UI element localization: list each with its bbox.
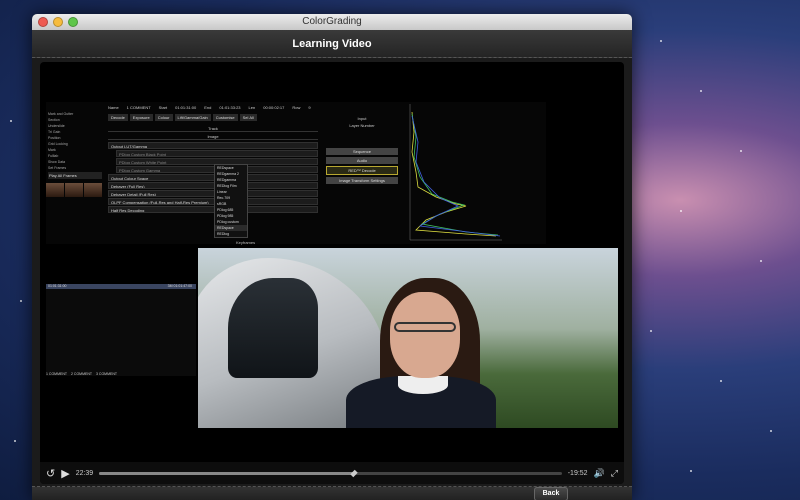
recorded-input-label: Input bbox=[357, 116, 367, 121]
page-title: Learning Video bbox=[292, 37, 372, 50]
recorded-bottom-tab: 2 COMMENT bbox=[71, 372, 92, 376]
video-frame-image bbox=[198, 248, 618, 428]
recorded-tab: Customise bbox=[212, 114, 238, 121]
recorded-timeline-end: 3M 01:01:47:00 bbox=[167, 284, 192, 288]
recorded-interface: Name 1 COMMENT Start 01:01:31:00 End 01:… bbox=[46, 102, 546, 244]
recorded-tab: Colour bbox=[154, 114, 173, 121]
recorded-section-title: Image bbox=[108, 134, 318, 140]
recorded-red-decode-button: RED™ Decode bbox=[326, 166, 398, 175]
recorded-sequence-button: Sequence bbox=[326, 148, 398, 155]
recorded-left-line: Show Data bbox=[48, 160, 66, 164]
recorded-left-line: Position bbox=[48, 136, 61, 140]
app-window: ColorGrading Learning Video Name 1 COMME… bbox=[32, 14, 632, 500]
recorded-thumbnail bbox=[65, 183, 83, 197]
recorded-setting-row: Output LUT/Gamma bbox=[108, 142, 318, 149]
recorded-setting-row: OLPF Compensation (Full-Res and Half-Res… bbox=[108, 198, 318, 205]
header: Learning Video bbox=[32, 30, 632, 58]
recorded-setting-row: Debayer Detail (Full Res) bbox=[108, 190, 318, 197]
recorded-left-line: Section bbox=[48, 118, 60, 122]
recorded-play-all-frames: Play All Frames bbox=[48, 172, 102, 179]
recorded-right-panel: Input Layer Number Sequence Audio RED™ D… bbox=[326, 116, 398, 186]
video-player[interactable]: Name 1 COMMENT Start 01:01:31:00 End 01:… bbox=[40, 62, 624, 484]
recorded-setting-row: PDlog Custom Black Point bbox=[116, 150, 318, 157]
recorded-settings-panel: Track Image Output LUT/Gamma PDlog Custo… bbox=[108, 124, 318, 242]
recorded-tab: Decode bbox=[108, 114, 128, 121]
recorded-toolbar-item: 00:00:02:17 bbox=[263, 104, 285, 110]
recorded-toolbar-item: 01:01:33:23 bbox=[219, 104, 241, 110]
recorded-waveform-graph bbox=[409, 104, 502, 241]
recorded-thumbnails bbox=[46, 183, 104, 197]
recorded-setting-row: Debayer (Full Res) bbox=[108, 182, 318, 189]
recorded-left-line: Underslide bbox=[48, 124, 65, 128]
recorded-timeline: 01:01:31:00 3M 01:01:47:00 1 COMMENT 2 C… bbox=[46, 284, 196, 376]
recorded-toolbar-item: Row bbox=[292, 104, 301, 110]
elapsed-time: 22:39 bbox=[75, 469, 94, 477]
recorded-left-line: Mark and Gutter bbox=[48, 112, 74, 116]
seek-bar-progress bbox=[99, 471, 354, 475]
recorded-left-line: Fulllab bbox=[48, 154, 59, 158]
recorded-left-line: Mark bbox=[48, 148, 56, 152]
recorded-bottom-tab: 1 COMMENT bbox=[46, 372, 67, 376]
seek-bar[interactable] bbox=[99, 469, 562, 477]
recorded-tab: Lift/Gamma/Gain bbox=[174, 114, 211, 121]
recorded-left-line: Tri Gain bbox=[48, 130, 61, 134]
girl-collar-shape bbox=[398, 376, 448, 394]
recorded-dropdown-menu: REDspace REDgamma 2 REDgamma REDlog Film… bbox=[214, 164, 248, 238]
recorded-setting-row: Half Res Decoding bbox=[108, 206, 318, 213]
recorded-dropdown-item: REDlog bbox=[217, 232, 230, 236]
recorded-left-line: Set Frames bbox=[48, 166, 67, 170]
recorded-tab: Exposure bbox=[129, 114, 153, 121]
fullscreen-icon[interactable]: ⤢ bbox=[611, 468, 618, 479]
girl-face-shape bbox=[390, 292, 460, 378]
recorded-toolbar-item: 1 COMMENT bbox=[126, 104, 151, 110]
recorded-setting-row: Output Colour Space bbox=[108, 174, 318, 181]
seek-bar-knob[interactable] bbox=[349, 469, 358, 477]
recorded-toolbar-item: Len bbox=[248, 104, 256, 110]
footer-bar: Back bbox=[32, 486, 632, 500]
recorded-tab: Sel All bbox=[239, 114, 257, 121]
recorded-keyframes-label: Keyframes bbox=[236, 240, 256, 245]
car-window-shape bbox=[228, 278, 318, 378]
rewind-30-icon[interactable]: ↺ bbox=[46, 467, 55, 480]
recorded-toolbar-item: Name bbox=[108, 104, 119, 110]
back-button[interactable]: Back bbox=[534, 487, 568, 500]
recorded-image-transform-button: Image Transform Settings bbox=[326, 177, 398, 184]
recorded-audio-button: Audio bbox=[326, 157, 398, 164]
recorded-left-panel: Mark and Gutter Section Underslide Tri G… bbox=[46, 112, 104, 242]
remaining-time: -19:52 bbox=[567, 469, 588, 477]
recorded-toolbar-item: End bbox=[204, 104, 212, 110]
recorded-thumbnail bbox=[46, 183, 64, 197]
window-title: ColorGrading bbox=[302, 16, 362, 27]
recorded-tabs: Decode Exposure Colour Lift/Gamma/Gain C… bbox=[108, 114, 257, 121]
recorded-layer-number: Layer Number bbox=[349, 123, 375, 128]
player-controls: ↺ ▶ 22:39 -19:52 🔊 ⤢ bbox=[40, 462, 624, 484]
recorded-bottom-tab: 3 COMMENT bbox=[96, 372, 117, 376]
recorded-section-title: Track bbox=[108, 126, 318, 132]
glasses-shape bbox=[394, 322, 456, 332]
recorded-timeline-bar: 01:01:31:00 3M 01:01:47:00 bbox=[46, 284, 196, 289]
recorded-toolbar: Name 1 COMMENT Start 01:01:31:00 End 01:… bbox=[108, 102, 311, 112]
recorded-toolbar-item: 01:01:31:00 bbox=[175, 104, 197, 110]
play-icon[interactable]: ▶ bbox=[61, 467, 69, 480]
recorded-toolbar-item: Start bbox=[158, 104, 168, 110]
title-bar: ColorGrading bbox=[32, 14, 632, 30]
volume-icon[interactable]: 🔊 bbox=[594, 468, 605, 479]
recorded-thumbnail bbox=[84, 183, 102, 197]
recorded-left-line: Grid Locking bbox=[48, 142, 68, 146]
recorded-bottom-tabs: 1 COMMENT 2 COMMENT 3 COMMENT bbox=[46, 372, 117, 376]
recorded-toolbar-item: 9 bbox=[308, 104, 311, 110]
recorded-timeline-start: 01:01:31:00 bbox=[48, 284, 67, 288]
